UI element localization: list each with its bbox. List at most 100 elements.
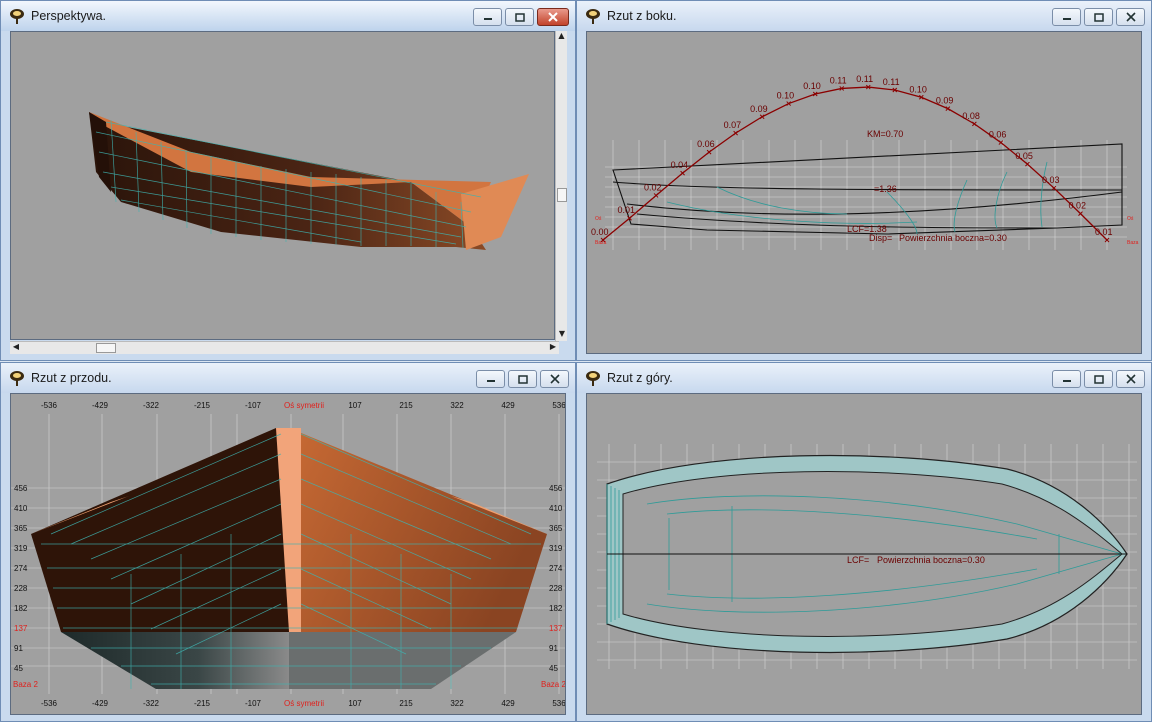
maximize-button[interactable]: [1084, 8, 1113, 26]
area-label: Powierzchnia boczna=0.30: [899, 233, 1007, 243]
maximize-icon: [514, 12, 525, 22]
front-y-tick-right: 456: [549, 484, 563, 493]
scroll-h-thumb[interactable]: [96, 343, 116, 353]
scroll-left-arrow[interactable]: ◀: [10, 342, 22, 351]
maximize-button[interactable]: [505, 8, 534, 26]
curve-value-label: 0.08: [962, 111, 980, 121]
front-x-tick-bottom: -429: [92, 699, 109, 708]
front-x-tick-top: -107: [245, 401, 262, 410]
curve-value-label: 0.05: [1015, 151, 1033, 161]
front-x-tick-top: 429: [501, 401, 515, 410]
top-plan-drawing: LCF= Powierzchnia boczna=0.30: [597, 444, 1137, 669]
close-icon: [549, 374, 560, 384]
minimize-button[interactable]: [473, 8, 502, 26]
minimize-button[interactable]: [1052, 8, 1081, 26]
front-x-tick-top: -536: [41, 401, 58, 410]
front-x-tick-bottom: 429: [501, 699, 515, 708]
curve-value-label: 0.00: [591, 227, 609, 237]
minimize-button[interactable]: [476, 370, 505, 388]
front-y-tick-left: 365: [14, 524, 28, 533]
front-x-tick-bottom: -322: [143, 699, 160, 708]
front-x-tick-top: -215: [194, 401, 211, 410]
close-icon: [1125, 374, 1136, 384]
front-y-tick-right: 182: [549, 604, 563, 613]
svg-text:Oś: Oś: [595, 216, 602, 222]
curve-value-label: 0.02: [644, 182, 662, 192]
front-x-tick-bottom: 215: [399, 699, 413, 708]
front-y-tick-left: 274: [14, 564, 28, 573]
app-pin-icon: [586, 9, 600, 24]
front-view-window: Rzut z przodu. -536 -429 -322 -215 -107 …: [0, 362, 576, 722]
front-y-tick-right: 274: [549, 564, 563, 573]
curve-marker: [972, 121, 977, 127]
front-y-tick-left: 137: [14, 624, 28, 633]
scroll-thumb[interactable]: [557, 188, 567, 202]
close-button[interactable]: [540, 370, 569, 388]
front-y-tick-left: 45: [14, 664, 23, 673]
front-y-tick-right: 45: [549, 664, 558, 673]
minimize-icon: [1062, 380, 1071, 382]
hull-3d-view: [89, 112, 529, 250]
top-area-label: Powierzchnia boczna=0.30: [877, 555, 985, 565]
front-x-tick-top: 536: [552, 401, 566, 410]
front-x-tick-bottom: Oś symetrii: [284, 699, 324, 708]
front-x-tick-bottom: 322: [450, 699, 464, 708]
curve-value-label: 0.06: [697, 139, 715, 149]
side-titlebar[interactable]: Rzut z boku.: [577, 1, 1151, 31]
front-x-tick-bottom: 107: [348, 699, 362, 708]
front-x-tick-top: 215: [399, 401, 413, 410]
front-y-tick-right: 365: [549, 524, 563, 533]
front-y-tick-left: 91: [14, 644, 23, 653]
maximize-icon: [517, 374, 528, 384]
perspective-titlebar[interactable]: Perspektywa.: [1, 1, 575, 31]
scroll-up-arrow[interactable]: ▲: [556, 31, 567, 43]
side-viewport[interactable]: Oś Oś Baza Baza 0.00 0.01 0.02 0.04 0.06 0.07 0.…: [586, 31, 1142, 354]
curve-value-label: 0.11: [883, 77, 900, 87]
curve-value-label: 0.09: [750, 104, 768, 114]
close-button[interactable]: [1116, 8, 1145, 26]
horizontal-scrollbar[interactable]: ◀ ▶: [10, 341, 559, 354]
top-view-window: Rzut z góry. LCF= Powierzchnia boczna=0.…: [576, 362, 1152, 722]
front-x-tick-top: -322: [143, 401, 160, 410]
close-button[interactable]: [537, 8, 569, 26]
front-x-tick-bottom: -107: [245, 699, 262, 708]
front-y-tick-left: 228: [14, 584, 28, 593]
scroll-right-arrow[interactable]: ▶: [547, 342, 559, 351]
minimize-button[interactable]: [1052, 370, 1081, 388]
svg-text:Oś: Oś: [1127, 216, 1134, 222]
base-label-left: Baza 2: [13, 680, 38, 689]
maximize-icon: [1093, 374, 1104, 384]
minimize-icon: [486, 380, 495, 382]
curve-value-label: 0.04: [671, 160, 689, 170]
close-button[interactable]: [1116, 370, 1145, 388]
curve-value-label: 0.11: [856, 74, 873, 84]
curve-value-label: 0.02: [1068, 201, 1086, 211]
disp-label: Disp=: [869, 233, 892, 243]
front-y-tick-left: 182: [14, 604, 28, 613]
front-section-drawing: -536 -429 -322 -215 -107 Oś symetrii 107 215 322…: [11, 401, 566, 708]
svg-text:Baza: Baza: [1127, 240, 1139, 246]
front-y-tick-left: 319: [14, 544, 28, 553]
app-pin-icon: [10, 371, 24, 386]
mid-label: =1.36: [874, 184, 897, 194]
vertical-scrollbar[interactable]: ▲ ▼: [555, 31, 567, 341]
front-titlebar[interactable]: Rzut z przodu.: [1, 363, 575, 393]
perspective-viewport[interactable]: [10, 31, 555, 340]
maximize-button[interactable]: [1084, 370, 1113, 388]
front-x-tick-top: 107: [348, 401, 362, 410]
curve-marker: [998, 140, 1004, 145]
scroll-down-arrow[interactable]: ▼: [556, 329, 568, 341]
curve-value-label: 0.06: [989, 130, 1007, 140]
front-y-tick-left: 456: [14, 484, 28, 493]
minimize-icon: [1062, 18, 1071, 20]
app-pin-icon: [10, 9, 24, 24]
front-viewport[interactable]: -536 -429 -322 -215 -107 Oś symetrii 107 215 322…: [10, 393, 566, 715]
maximize-button[interactable]: [508, 370, 537, 388]
front-x-tick-top: 322: [450, 401, 464, 410]
front-x-tick-bottom: -215: [194, 699, 211, 708]
curve-value-label: 0.10: [909, 84, 927, 94]
close-icon: [548, 12, 558, 22]
top-viewport[interactable]: LCF= Powierzchnia boczna=0.30: [586, 393, 1142, 715]
top-titlebar[interactable]: Rzut z góry.: [577, 363, 1151, 393]
front-y-tick-right: 228: [549, 584, 563, 593]
